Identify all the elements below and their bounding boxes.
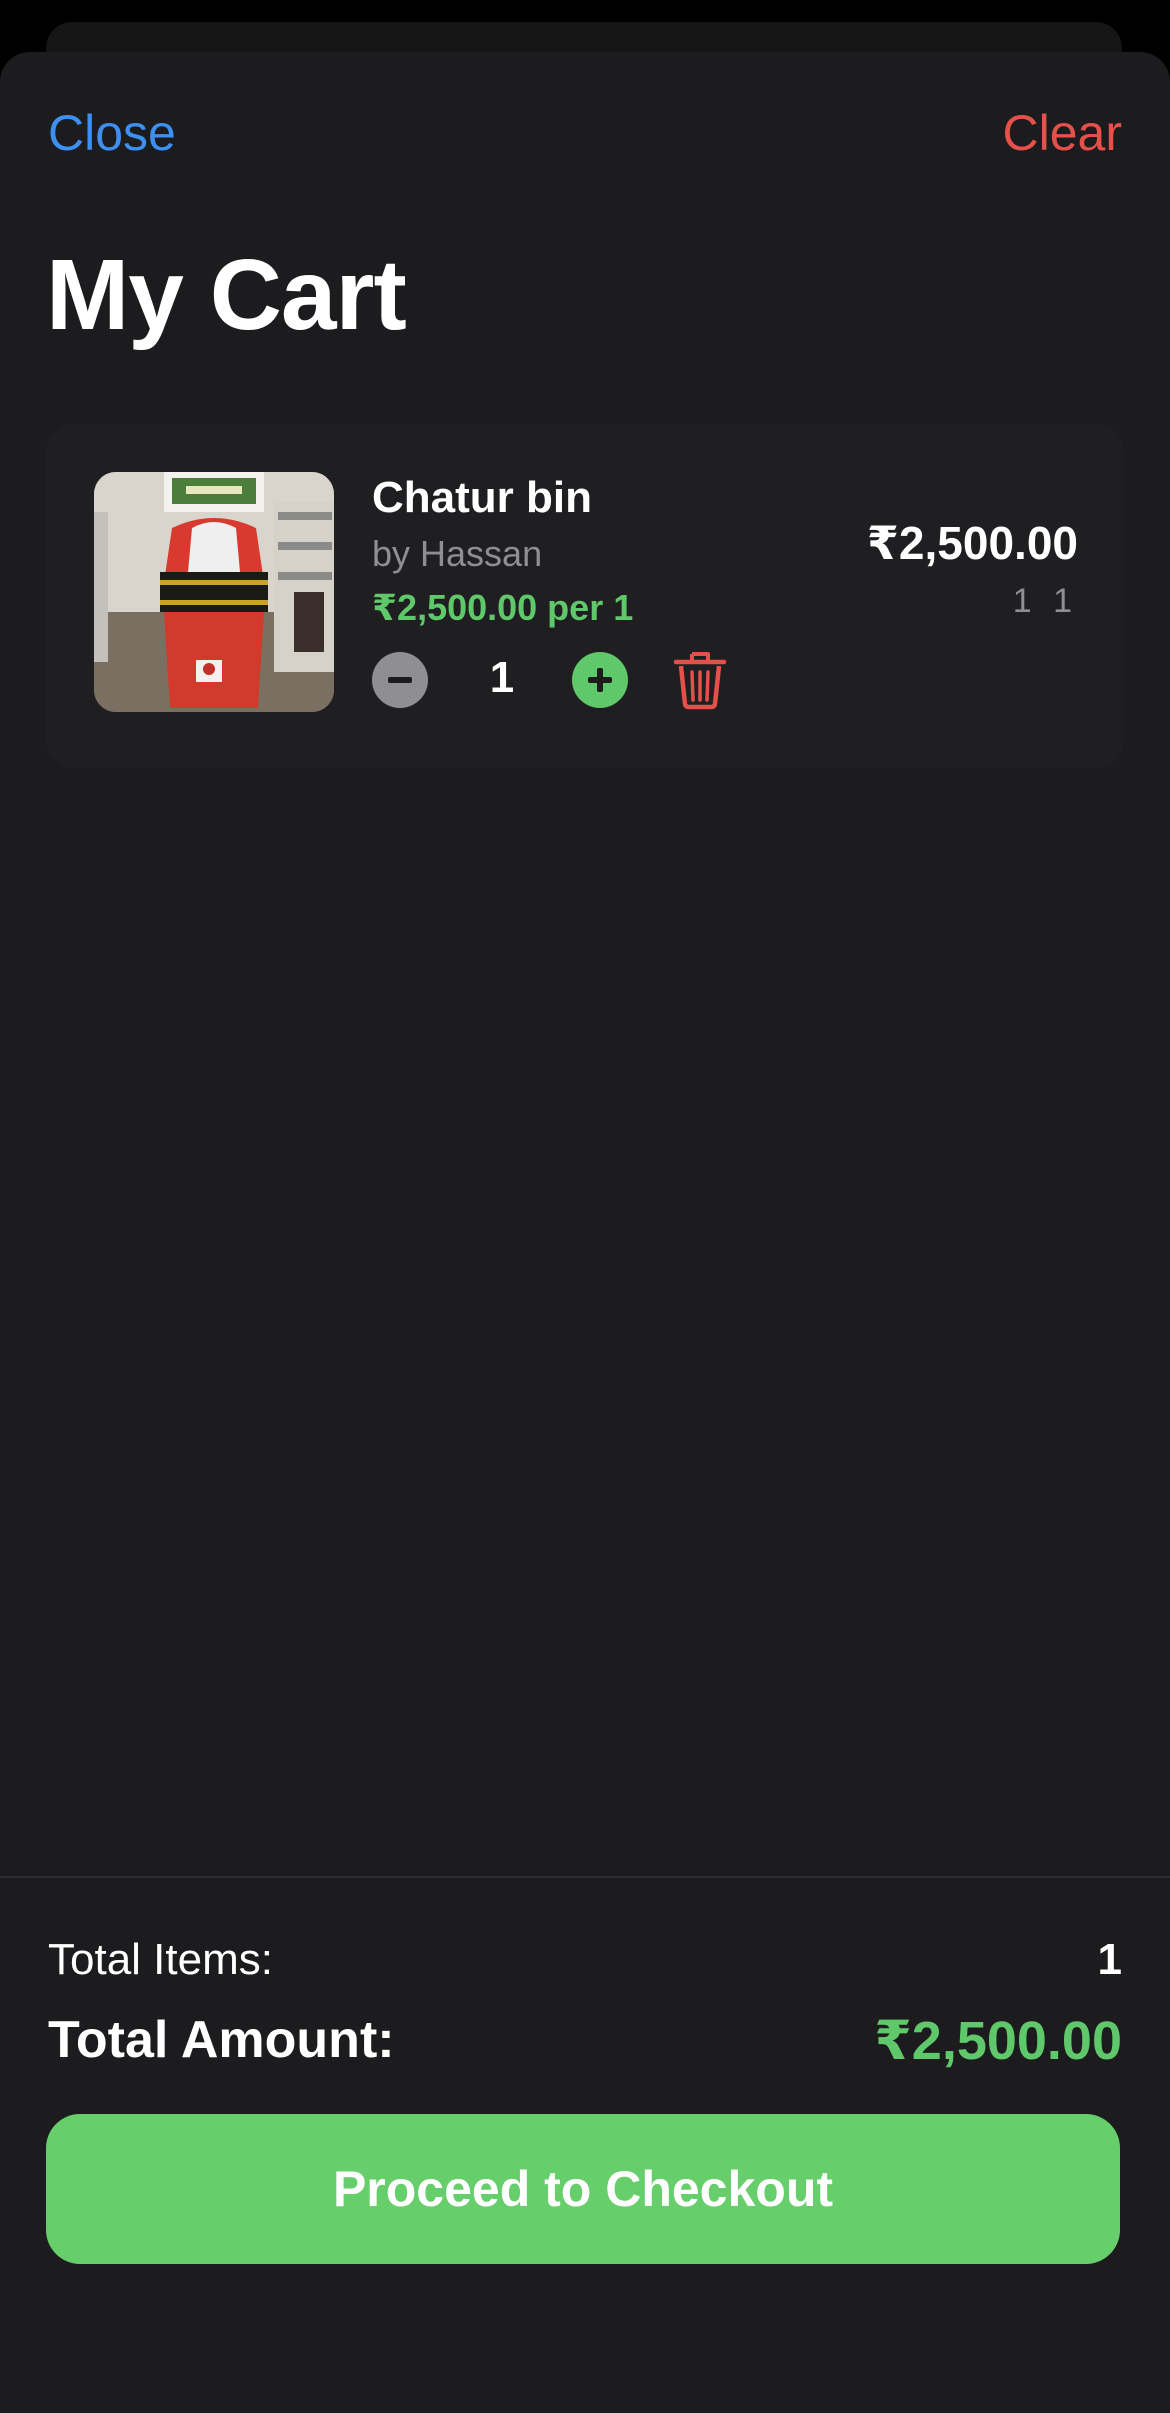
item-seller: by Hassan	[372, 533, 543, 574]
total-items-label: Total Items:	[48, 1935, 273, 1984]
proceed-to-checkout-button[interactable]: Proceed to Checkout	[46, 2114, 1120, 2264]
cart-sheet: Close Clear My Cart Chatur bin by Hassan…	[0, 52, 1170, 2413]
close-button[interactable]: Close	[48, 108, 176, 158]
cart-item-card: Chatur bin by Hassan ₹2,500.00 per 1 1 ₹…	[46, 424, 1124, 768]
item-line-subtext: 1 1	[1012, 582, 1078, 620]
product-image[interactable]	[94, 472, 334, 712]
minus-circle-icon[interactable]	[372, 652, 428, 708]
total-amount-label: Total Amount:	[48, 2011, 395, 2069]
item-unit-price: ₹2,500.00 per 1	[372, 587, 634, 628]
total-amount-value: ₹2,500.00	[874, 2011, 1122, 2071]
item-name: Chatur bin	[372, 473, 592, 522]
quantity-value: 1	[489, 653, 515, 702]
total-items-value: 1	[1097, 1935, 1122, 1984]
clear-cart-button[interactable]: Clear	[1003, 108, 1122, 158]
trash-icon[interactable]	[672, 650, 728, 710]
cart-summary-footer: Total Items: 1 Total Amount: ₹2,500.00 P…	[0, 1876, 1170, 2413]
plus-circle-icon[interactable]	[572, 652, 628, 708]
page-title: My Cart	[46, 239, 407, 351]
item-line-total: ₹2,500.00	[866, 517, 1078, 569]
